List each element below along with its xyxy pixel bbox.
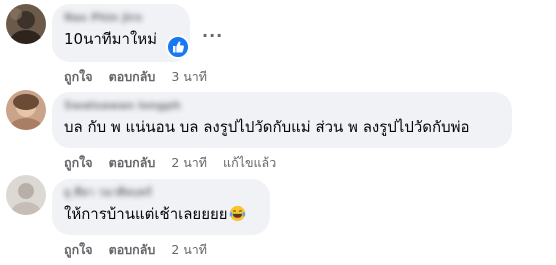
comment-timestamp[interactable]: 3 นาที bbox=[171, 67, 207, 87]
avatar-image bbox=[6, 4, 46, 44]
comment-3: ยุ ศีลา วนาศิลบทร์ ให้การบ้านแต่เช้าเลยย… bbox=[0, 175, 556, 265]
laughing-tears-emoji-icon bbox=[229, 205, 245, 222]
comment-author[interactable]: Swatsawan longph bbox=[64, 98, 500, 113]
comment-thread: Nas Phin Jirs 10นาทีมาใหม่ ··· ถูกใจ ตอบ… bbox=[0, 0, 556, 265]
like-button[interactable]: ถูกใจ bbox=[64, 240, 93, 260]
like-button[interactable]: ถูกใจ bbox=[64, 67, 93, 87]
comment-bubble: Swatsawan longph บล กับ พ แน่นอน บล ลงรู… bbox=[52, 92, 512, 148]
comment-text: 10นาทีมาใหม่ bbox=[64, 30, 158, 48]
like-button[interactable]: ถูกใจ bbox=[64, 153, 93, 173]
more-options-button[interactable]: ··· bbox=[202, 26, 223, 45]
comment-bubble: ยุ ศีลา วนาศิลบทร์ ให้การบ้านแต่เช้าเลยย… bbox=[52, 179, 270, 235]
comment-text: บล กับ พ แน่นอน บล ลงรูปไปวัดกับแม่ ส่วน… bbox=[64, 118, 470, 136]
edited-label[interactable]: แก้ไขแล้ว bbox=[223, 153, 276, 173]
like-icon bbox=[173, 41, 184, 53]
comment-timestamp[interactable]: 2 นาที bbox=[171, 240, 207, 260]
comment-text-content: ให้การบ้านแต่เช้าเลยยยย bbox=[64, 205, 228, 223]
avatar[interactable] bbox=[6, 4, 46, 44]
avatar-image bbox=[6, 90, 46, 130]
reply-button[interactable]: ตอบกลับ bbox=[109, 153, 156, 173]
comment-actions: ถูกใจ ตอบกลับ 3 นาที bbox=[64, 67, 207, 87]
avatar-image bbox=[6, 175, 46, 215]
like-reaction-badge[interactable] bbox=[166, 35, 190, 59]
ellipsis-icon: ··· bbox=[202, 26, 224, 45]
comment-author[interactable]: ยุ ศีลา วนาศิลบทร์ bbox=[64, 185, 258, 200]
avatar[interactable] bbox=[6, 90, 46, 130]
comment-text: ให้การบ้านแต่เช้าเลยยยย bbox=[64, 203, 258, 225]
comment-actions: ถูกใจ ตอบกลับ 2 นาที แก้ไขแล้ว bbox=[64, 153, 276, 173]
reply-button[interactable]: ตอบกลับ bbox=[109, 67, 156, 87]
comment-1: Nas Phin Jirs 10นาทีมาใหม่ ··· ถูกใจ ตอบ… bbox=[0, 0, 556, 90]
comment-actions: ถูกใจ ตอบกลับ 2 นาที bbox=[64, 240, 207, 260]
comment-2: Swatsawan longph บล กับ พ แน่นอน บล ลงรู… bbox=[0, 88, 556, 180]
reply-button[interactable]: ตอบกลับ bbox=[109, 240, 156, 260]
comment-timestamp[interactable]: 2 นาที bbox=[171, 153, 207, 173]
comment-author[interactable]: Nas Phin Jirs bbox=[64, 10, 178, 25]
avatar[interactable] bbox=[6, 175, 46, 215]
